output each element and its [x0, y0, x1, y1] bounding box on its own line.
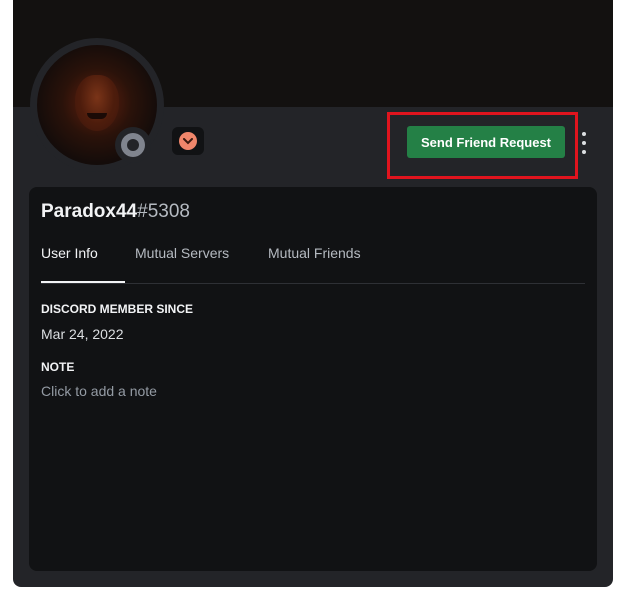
tabs-divider [41, 283, 585, 284]
send-friend-request-button[interactable]: Send Friend Request [407, 126, 565, 158]
note-title: NOTE [41, 360, 75, 374]
more-vertical-icon[interactable] [579, 132, 589, 154]
avatar-face [75, 75, 119, 131]
more-dot [582, 141, 586, 145]
screenshot-frame: Send Friend Request Paradox44#5308 User … [0, 0, 623, 601]
tab-mutual-servers[interactable]: Mutual Servers [135, 245, 229, 261]
note-input[interactable]: Click to add a note [41, 383, 341, 399]
member-since-value: Mar 24, 2022 [41, 326, 124, 342]
profile-badge[interactable] [172, 127, 204, 155]
status-indicator [115, 127, 151, 163]
discriminator: #5308 [137, 201, 190, 222]
avatar-mouth [87, 113, 107, 119]
profile-info-panel: Paradox44#5308 User Info Mutual Servers … [29, 187, 597, 571]
username: Paradox44 [41, 201, 138, 222]
tab-user-info[interactable]: User Info [41, 245, 98, 261]
offline-status-icon [121, 133, 145, 157]
chevron-down-icon [179, 132, 197, 150]
more-dot [582, 132, 586, 136]
member-since-title: DISCORD MEMBER SINCE [41, 302, 194, 316]
more-dot [582, 150, 586, 154]
username-heading: Paradox44#5308 [41, 201, 190, 223]
tab-mutual-friends[interactable]: Mutual Friends [268, 245, 361, 261]
user-profile-modal: Send Friend Request Paradox44#5308 User … [13, 0, 613, 587]
